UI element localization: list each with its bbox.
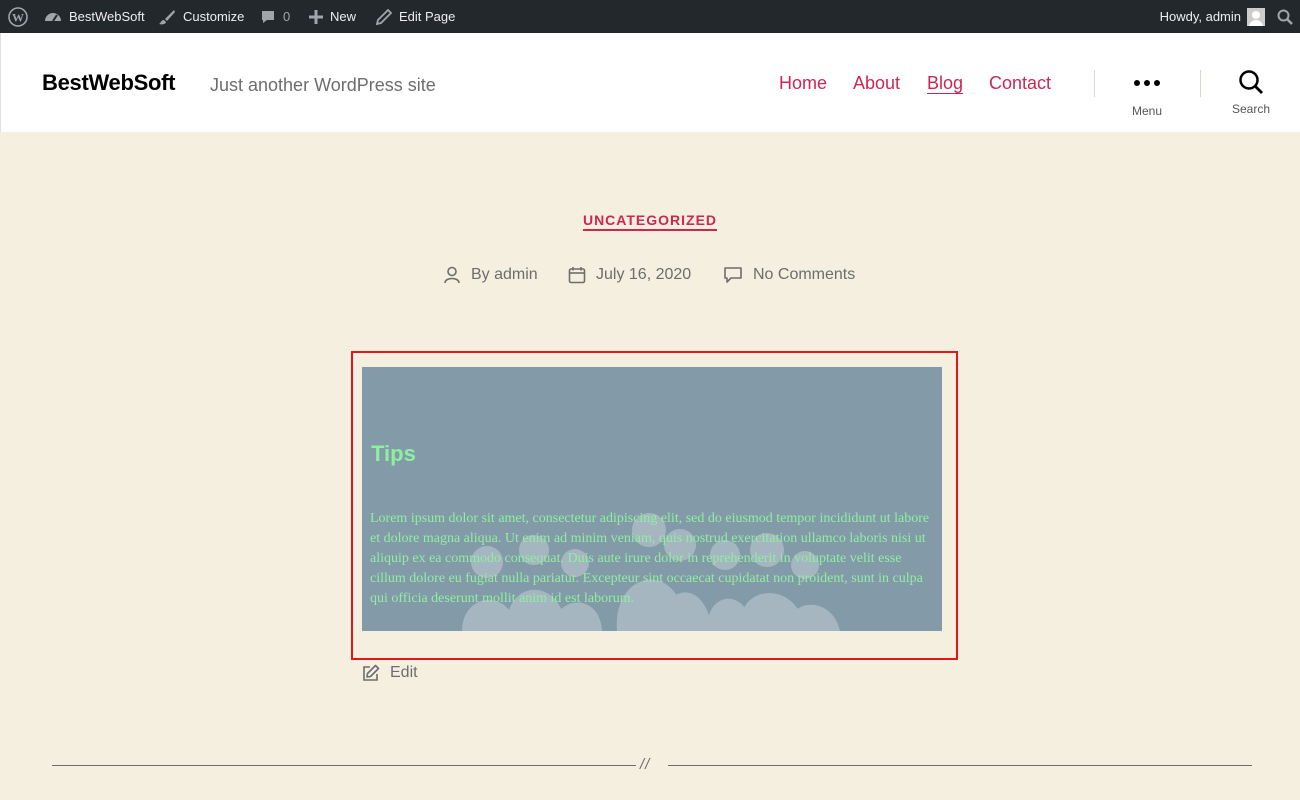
dashboard-icon: [45, 12, 61, 22]
cover-block: Tips Lorem ipsum dolor sit amet, consect…: [362, 367, 942, 631]
menu-toggle[interactable]: Menu: [1117, 69, 1177, 118]
post-category: UNCATEGORIZED: [0, 212, 1300, 231]
admin-bar: W BestWebSoft Customize 0 New Edit Page …: [0, 0, 1300, 33]
admin-new[interactable]: New: [309, 0, 356, 33]
comment-bubble-icon: [262, 10, 274, 23]
divider-line: [52, 765, 636, 766]
search-label: Search: [1231, 102, 1271, 116]
post-date: July 16, 2020: [568, 264, 691, 286]
admin-site-name-label: BestWebSoft: [69, 9, 145, 24]
ellipsis-icon: [1134, 80, 1160, 86]
nav-about[interactable]: About: [853, 73, 900, 94]
avatar: [1247, 7, 1265, 26]
site-header: BestWebSoft Just another WordPress site …: [0, 33, 1300, 132]
edit-label: Edit: [390, 664, 418, 681]
comments-link[interactable]: No Comments: [753, 266, 855, 284]
admin-comments-count: 0: [283, 9, 291, 24]
person-icon: [444, 266, 460, 284]
pencil-icon: [376, 8, 392, 25]
admin-greeting: Howdy, admin: [1159, 9, 1241, 24]
search-toggle[interactable]: Search: [1221, 69, 1281, 116]
admin-search-icon[interactable]: [1277, 9, 1293, 25]
calendar-icon: [568, 267, 586, 284]
paintbrush-icon: [159, 9, 175, 24]
author-link[interactable]: By admin: [471, 266, 538, 284]
admin-customize-label: Customize: [183, 9, 245, 24]
admin-edit-page[interactable]: Edit Page: [376, 0, 455, 33]
nav-home[interactable]: Home: [779, 73, 827, 94]
admin-account[interactable]: Howdy, admin: [1159, 7, 1265, 26]
admin-comments[interactable]: 0: [260, 0, 290, 33]
comment-icon: [724, 267, 742, 283]
admin-edit-page-label: Edit Page: [399, 9, 456, 24]
post-comments: No Comments: [723, 264, 855, 286]
edit-icon: [363, 664, 380, 681]
edit-post-link[interactable]: Edit: [361, 662, 418, 684]
site-tagline: Just another WordPress site: [210, 75, 436, 95]
header-separator: [1200, 70, 1201, 97]
divider-line: [668, 765, 1252, 766]
cover-title: Tips: [371, 441, 416, 466]
menu-label: Menu: [1131, 104, 1163, 118]
nav-contact[interactable]: Contact: [989, 73, 1051, 94]
wordpress-logo-icon[interactable]: W: [8, 0, 28, 33]
category-link[interactable]: UNCATEGORIZED: [582, 212, 718, 231]
site-title[interactable]: BestWebSoft: [42, 70, 176, 96]
admin-new-label: New: [330, 9, 357, 24]
svg-text:W: W: [12, 10, 24, 24]
post-author: By admin: [443, 264, 538, 286]
header-separator: [1094, 70, 1095, 97]
admin-customize[interactable]: Customize: [158, 0, 244, 33]
divider-mark: //: [640, 756, 651, 773]
cover-paragraph: Lorem ipsum dolor sit amet, consectetur …: [370, 511, 930, 606]
admin-site-name[interactable]: BestWebSoft: [44, 0, 145, 33]
date-link[interactable]: July 16, 2020: [596, 266, 691, 284]
nav-blog[interactable]: Blog: [927, 73, 963, 94]
plus-icon: [309, 9, 323, 24]
search-icon: [1239, 70, 1263, 94]
